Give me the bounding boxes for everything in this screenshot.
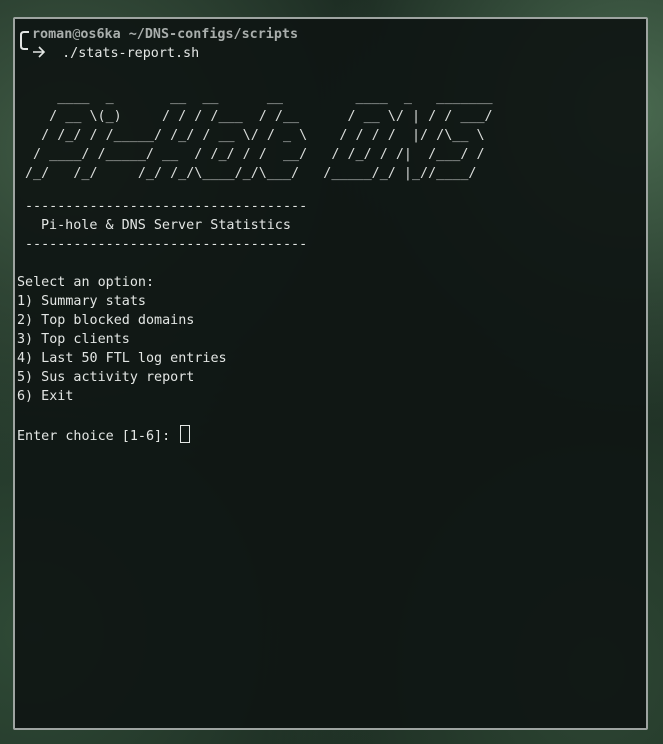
prompt-line: roman@os6ka ~/DNS-configs/scripts (32, 25, 298, 44)
menu-option-3: 3) Top clients (17, 332, 130, 347)
menu-option-2: 2) Top blocked domains (17, 313, 195, 328)
prompt-chevron-icon (33, 46, 46, 58)
banner-line-3: / /_/ / /_____/ /_/ / __ \/ / _ \ / / / … (25, 128, 493, 143)
command-line: ./stats-report.sh (32, 44, 199, 63)
separator-top: ----------------------------------- (25, 199, 308, 214)
block-cursor-icon[interactable] (180, 425, 191, 443)
banner-line-1: ____ _ __ __ __ ____ _ _______ (25, 90, 493, 105)
separator-bottom: ----------------------------------- (25, 237, 308, 252)
choice-input-line[interactable]: Enter choice [1-6]: (17, 425, 191, 446)
banner-line-4: / ____/ /_____/ __ / /_/ / / __/ / /_/ /… (25, 147, 493, 162)
prompt-path: ~/DNS-configs/scripts (120, 27, 299, 42)
report-subtitle: Pi-hole & DNS Server Statistics (41, 218, 291, 233)
choice-input-label: Enter choice [1-6]: (17, 429, 179, 444)
banner-line-5: /_/ /_/ /_/ /_/\____/_/\___/ /_____/_/ |… (25, 166, 493, 181)
menu-option-6: 6) Exit (17, 389, 74, 404)
banner-line-2: / __ \(_) / / / /___ / /__ / __ \/ | / /… (25, 109, 493, 124)
prompt-host: os6ka (80, 27, 121, 42)
corner-arrow-icon (20, 31, 29, 50)
menu-option-4: 4) Last 50 FTL log entries (17, 351, 227, 366)
prompt-user: roman (32, 27, 73, 42)
menu-option-1: 1) Summary stats (17, 294, 146, 309)
terminal-window[interactable]: roman@os6ka ~/DNS-configs/scripts ./stat… (13, 17, 648, 730)
menu-heading: Select an option: (17, 275, 155, 290)
command-text: ./stats-report.sh (62, 46, 200, 61)
menu-option-5: 5) Sus activity report (17, 370, 195, 385)
